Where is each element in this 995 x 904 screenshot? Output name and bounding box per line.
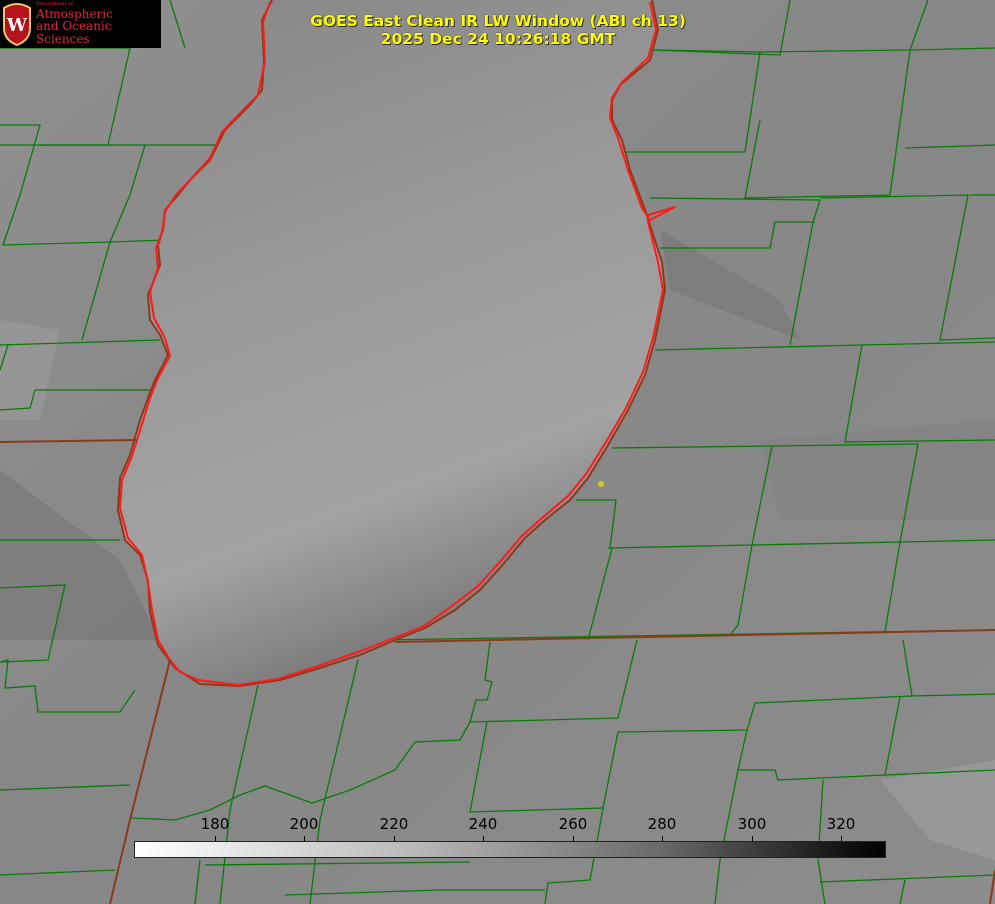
colorbar-tick-label: 320: [826, 815, 856, 833]
image-title: GOES East Clean IR LW Window (ABI ch 13)…: [298, 12, 698, 48]
svg-text:W: W: [6, 15, 28, 36]
title-product: GOES East Clean IR LW Window (ABI ch 13): [310, 12, 686, 30]
station-marker: [598, 481, 604, 487]
colorbar-tick-label: 200: [289, 815, 319, 833]
colorbar-gradient: [134, 841, 886, 858]
title-timestamp: 2025 Dec 24 10:26:18 GMT: [380, 30, 616, 48]
colorbar-tick-label: 300: [737, 815, 767, 833]
colorbar-tick-label: 220: [379, 815, 409, 833]
satellite-map: [0, 0, 995, 904]
aos-logo: W Department of Atmospheric and Oceanic …: [0, 0, 161, 48]
colorbar-tick-label: 280: [647, 815, 677, 833]
logo-line2: and Oceanic Sciences: [36, 19, 112, 46]
colorbar-tick-label: 260: [558, 815, 588, 833]
colorbar-tick-label: 180: [200, 815, 230, 833]
colorbar-tick-label: 240: [468, 815, 498, 833]
uw-crest-icon: W: [3, 3, 31, 46]
